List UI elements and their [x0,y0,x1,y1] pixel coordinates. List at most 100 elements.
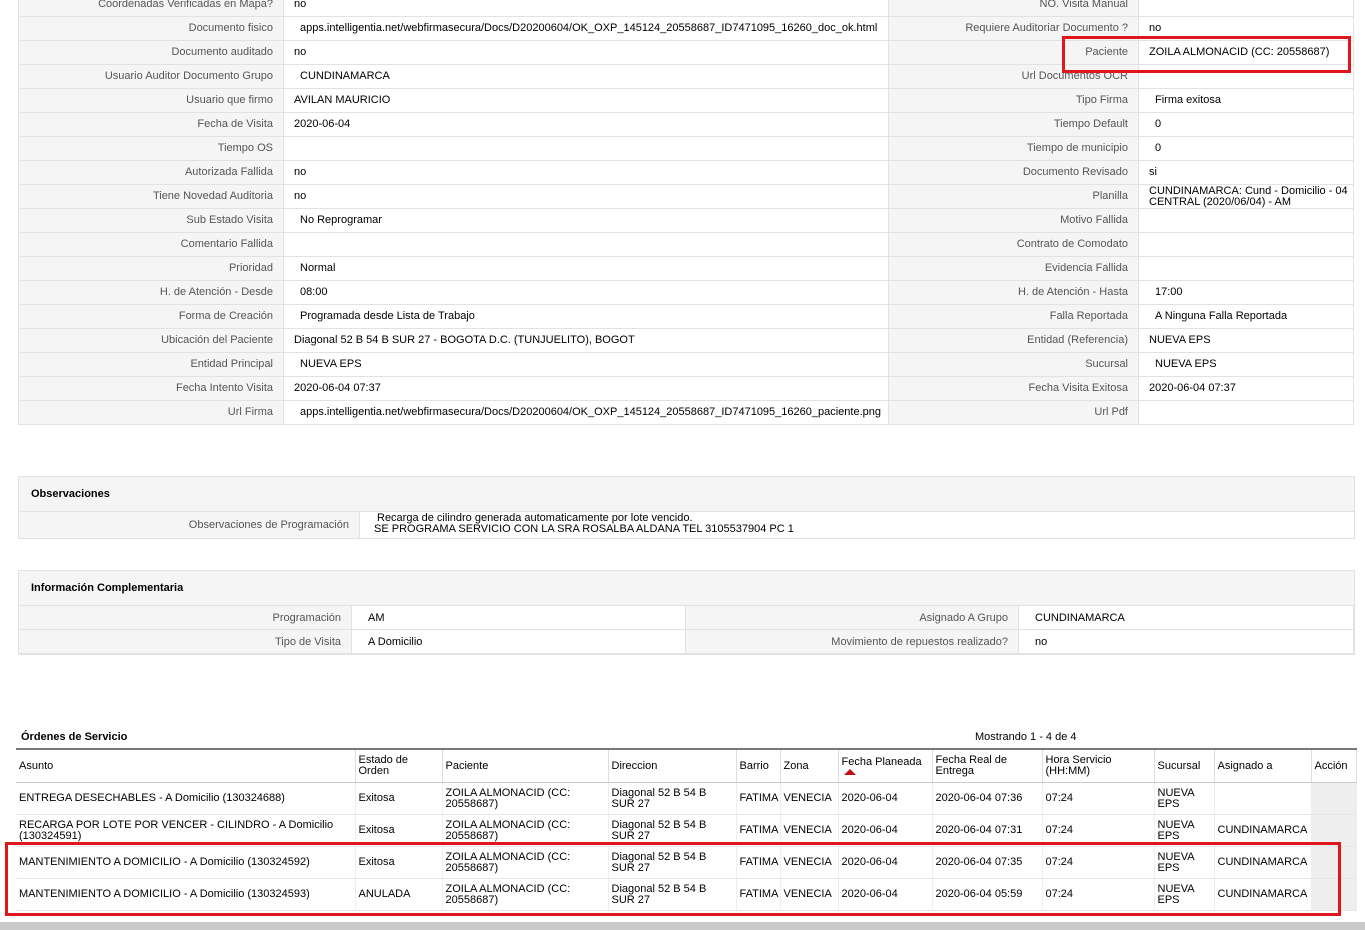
cell-fecha-planeada: 2020-06-04 [838,878,933,911]
cell-fecha-real: 2020-06-04 07:31 [932,814,1043,847]
cell-accion[interactable] [1311,782,1357,815]
detail-label: NO. Visita Manual [889,0,1139,17]
detail-value: NUEVA EPS [284,353,889,377]
cell-direccion: Diagonal 52 B 54 B SUR 27 [608,814,737,847]
detail-value: si [1139,161,1354,185]
col-header-hora-servicio[interactable]: Hora Servicio (HH:MM) [1042,748,1155,783]
paciente-value: ZOILA ALMONACID (CC: 20558687) [1139,41,1354,65]
cell-accion[interactable] [1311,878,1357,911]
detail-label: Forma de Creación [19,305,284,329]
cell-sucursal: NUEVA EPS [1154,814,1215,847]
detail-label: Url Documentos OCR [889,65,1139,89]
cell-fecha-real: 2020-06-04 07:36 [932,782,1043,815]
detail-label: Url Pdf [889,401,1139,425]
col-header-asunto[interactable]: Asunto [16,748,356,783]
cell-asignado: CUNDINAMARCA [1214,878,1312,911]
table-row[interactable]: MANTENIMIENTO A DOMICILIO - A Domicilio … [16,846,1357,879]
cell-asignado: CUNDINAMARCA [1214,814,1312,847]
cell-direccion: Diagonal 52 B 54 B SUR 27 [608,782,737,815]
cell-direccion: Diagonal 52 B 54 B SUR 27 [608,846,737,879]
detail-label: Tiempo Default [889,113,1139,137]
table-row[interactable]: MANTENIMIENTO A DOMICILIO - A Domicilio … [16,878,1357,911]
col-header-asignado[interactable]: Asignado a [1214,748,1312,783]
cell-paciente: ZOILA ALMONACID (CC: 20558687) [442,846,609,879]
detail-label: Documento Revisado [889,161,1139,185]
detail-value: no [1139,17,1354,41]
url-firma-link[interactable]: apps.intelligentia.net/webfirmasecura/Do… [284,401,889,425]
detail-label: Planilla [889,185,1139,209]
cell-barrio: FATIMA [736,846,781,879]
col-header-barrio[interactable]: Barrio [736,748,781,783]
detail-label: Fecha de Visita [19,113,284,137]
cell-asunto: MANTENIMIENTO A DOMICILIO - A Domicilio … [16,846,356,879]
col-header-paciente[interactable]: Paciente [442,748,609,783]
detail-label: Url Firma [19,401,284,425]
cell-fecha-real: 2020-06-04 05:59 [932,878,1043,911]
col-header-label: Fecha Planeada [841,756,922,768]
detail-label: Asignado A Grupo [686,606,1019,630]
detail-value [1139,209,1354,233]
cell-direccion: Diagonal 52 B 54 B SUR 27 [608,878,737,911]
cell-sucursal: NUEVA EPS [1154,846,1215,879]
cell-accion[interactable] [1311,814,1357,847]
col-header-accion: Acción [1311,748,1357,783]
cell-fecha-real: 2020-06-04 07:35 [932,846,1043,879]
detail-label: H. de Atención - Desde [19,281,284,305]
detail-label: Sucursal [889,353,1139,377]
cell-estado: Exitosa [355,814,443,847]
table-row[interactable]: RECARGA POR LOTE POR VENCER - CILINDRO -… [16,814,1357,847]
cell-zona: VENECIA [780,814,839,847]
detail-label: Usuario que firmo [19,89,284,113]
detail-value: 2020-06-04 07:37 [284,377,889,401]
detail-label: Documento auditado [19,41,284,65]
documento-fisico-link[interactable]: apps.intelligentia.net/webfirmasecura/Do… [284,17,889,41]
col-header-sucursal[interactable]: Sucursal [1154,748,1215,783]
col-header-fecha-planeada[interactable]: Fecha Planeada [838,748,933,783]
cell-zona: VENECIA [780,846,839,879]
detail-value: no [284,161,889,185]
cell-hora: 07:24 [1042,782,1155,815]
detail-label: Tiempo de municipio [889,137,1139,161]
detail-value: no [284,185,889,209]
detail-label: Falla Reportada [889,305,1139,329]
detail-value: NUEVA EPS [1139,329,1354,353]
detail-label: Motivo Fallida [889,209,1139,233]
col-header-estado[interactable]: Estado de Orden [355,748,443,783]
detail-label: Entidad Principal [19,353,284,377]
detail-label: Contrato de Comodato [889,233,1139,257]
detail-label: Autorizada Fallida [19,161,284,185]
detail-value: Firma exitosa [1139,89,1354,113]
detail-label: Tiene Novedad Auditoria [19,185,284,209]
cell-barrio: FATIMA [736,878,781,911]
observaciones-panel: Observaciones Observaciones de Programac… [18,476,1355,539]
cell-estado: ANULADA [355,878,443,911]
sort-asc-icon [843,769,856,775]
detail-value: Diagonal 52 B 54 B SUR 27 - BOGOTA D.C. … [284,329,889,353]
horizontal-scrollbar[interactable] [0,922,1365,930]
cell-asunto: RECARGA POR LOTE POR VENCER - CILINDRO -… [16,814,356,847]
detail-label: Coordenadas Verificadas en Mapa? [19,0,284,17]
table-row[interactable]: ENTREGA DESECHABLES - A Domicilio (13032… [16,782,1357,815]
cell-asignado [1214,782,1312,815]
cell-estado: Exitosa [355,782,443,815]
detail-label: Ubicación del Paciente [19,329,284,353]
detail-value: Programada desde Lista de Trabajo [284,305,889,329]
detail-value: 0 [1139,137,1354,161]
detail-label: Prioridad [19,257,284,281]
detail-label: Observaciones de Programación [19,512,360,538]
detail-value: 17:00 [1139,281,1354,305]
planilla-value: CUNDINAMARCA: Cund - Domicilio - 04 CENT… [1139,185,1354,209]
detail-value [284,137,889,161]
col-header-fecha-real[interactable]: Fecha Real de Entrega [932,748,1043,783]
col-header-zona[interactable]: Zona [780,748,839,783]
col-header-direccion[interactable]: Direccion [608,748,737,783]
detail-value: no [1019,630,1354,654]
observaciones-line: SE PROGRAMA SERVICIO CON LA SRA ROSALBA … [374,523,794,535]
cell-estado: Exitosa [355,846,443,879]
detail-label: Fecha Visita Exitosa [889,377,1139,401]
cell-hora: 07:24 [1042,878,1155,911]
detail-value: A Domicilio [352,630,686,654]
cell-accion[interactable] [1311,846,1357,879]
cell-paciente: ZOILA ALMONACID (CC: 20558687) [442,878,609,911]
detail-label: Requiere Auditoriar Documento ? [889,17,1139,41]
